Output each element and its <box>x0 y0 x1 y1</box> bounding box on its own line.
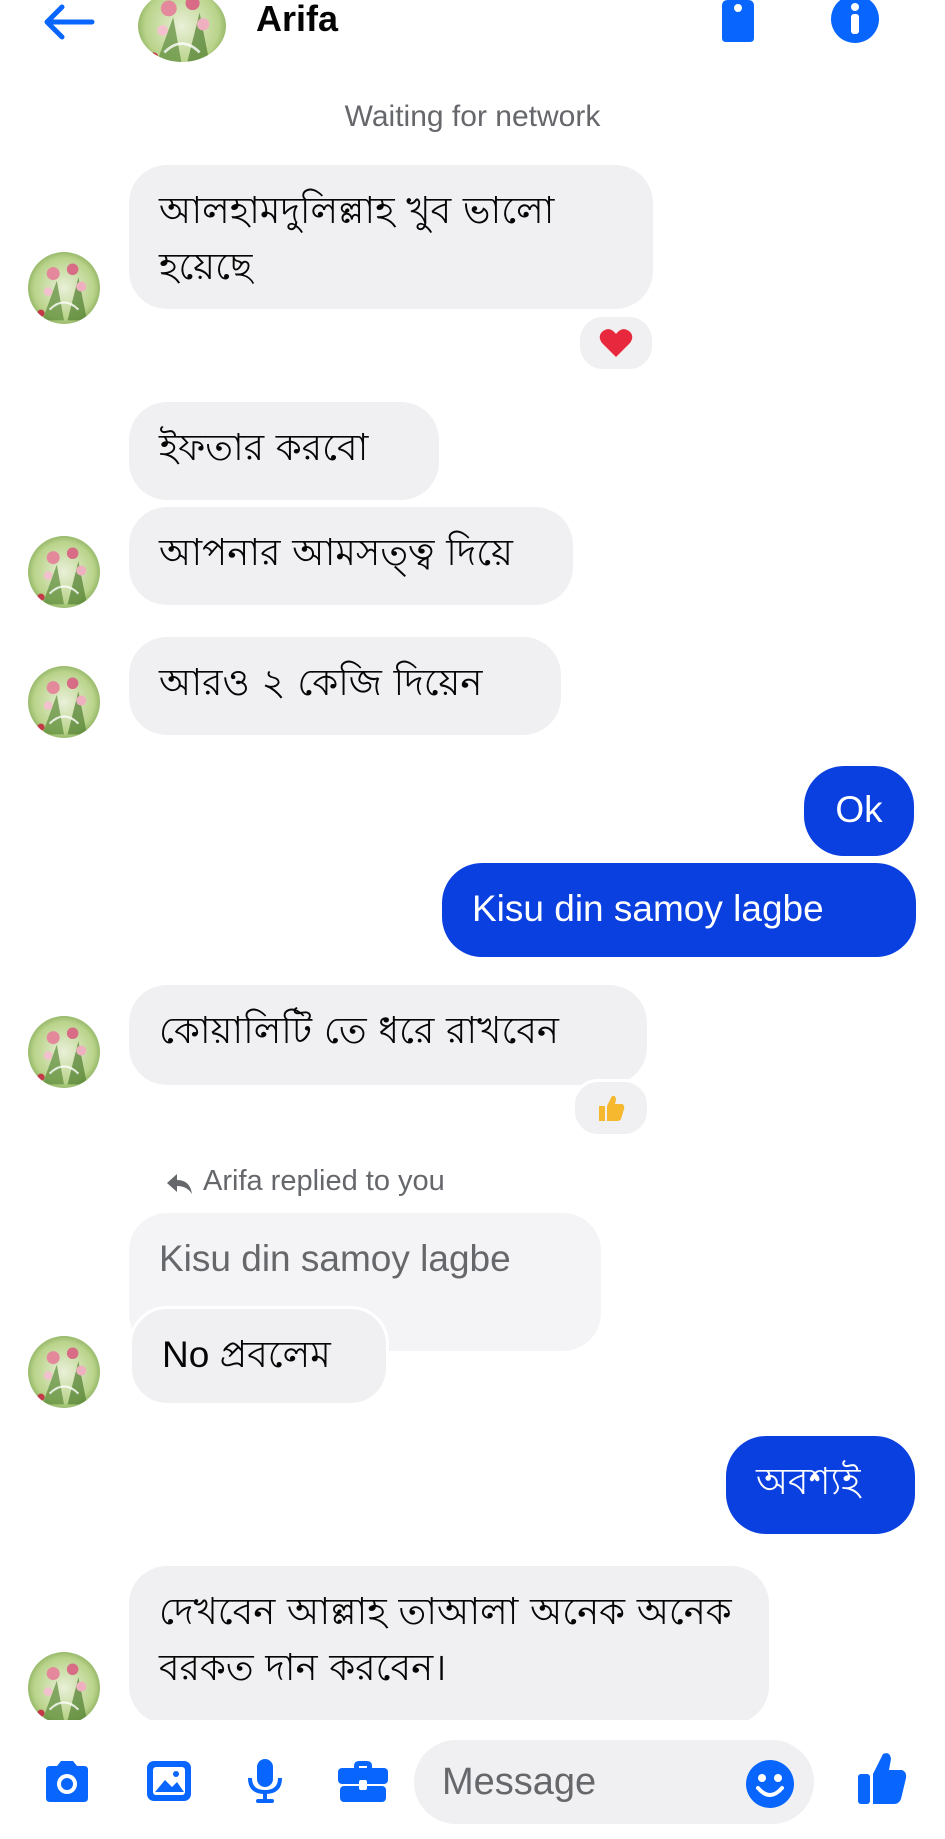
contact-name[interactable]: Arifa <box>256 0 338 40</box>
incoming-message[interactable]: আলহামদুলিল্লাহ খুব ভালো হয়েছে <box>129 165 653 309</box>
reply-arrow-icon <box>165 1172 193 1196</box>
camera-button[interactable] <box>42 1758 92 1804</box>
tag-icon <box>722 0 754 42</box>
message-reaction[interactable] <box>577 314 655 372</box>
back-arrow-icon <box>44 4 95 40</box>
avatar-image <box>28 666 100 738</box>
outgoing-message[interactable]: Kisu din samoy lagbe <box>442 863 916 957</box>
message-text: আরও ২ কেজি দিয়েন <box>159 661 483 704</box>
quoted-text: Kisu din samoy lagbe <box>159 1238 511 1279</box>
sender-avatar[interactable] <box>28 666 100 738</box>
message-text: আপনার আমসত্ত্ব দিয়ে <box>159 531 513 574</box>
microphone-icon <box>248 1759 282 1803</box>
network-status: Waiting for network <box>344 100 601 133</box>
message-text: Kisu din samoy lagbe <box>472 888 824 929</box>
like-button[interactable] <box>856 1750 908 1806</box>
thumbs-up-icon <box>858 1753 907 1804</box>
contact-avatar[interactable] <box>138 0 226 62</box>
heart-icon <box>599 329 633 357</box>
avatar-image <box>28 252 100 324</box>
avatar-image <box>28 536 100 608</box>
info-button[interactable] <box>830 0 880 44</box>
tag-button[interactable] <box>716 0 760 44</box>
message-text: দেখবেন আল্লাহ তাআলা অনেক অনেক বরকত দান ক… <box>159 1590 732 1689</box>
outgoing-message[interactable]: Ok <box>804 766 914 856</box>
message-text: Ok <box>835 789 883 830</box>
back-button[interactable] <box>40 2 96 42</box>
business-tools-button[interactable] <box>336 1758 388 1804</box>
info-icon <box>831 0 879 43</box>
sender-avatar[interactable] <box>28 1016 100 1088</box>
image-icon <box>147 1761 191 1801</box>
briefcase-icon <box>338 1761 388 1802</box>
message-reaction[interactable] <box>572 1079 650 1137</box>
message-text: ইফতার করবো <box>159 426 369 469</box>
avatar-image <box>28 1016 100 1088</box>
incoming-message[interactable]: কোয়ালিটি তে ধরে রাখবেন <box>129 985 647 1085</box>
incoming-message[interactable]: ইফতার করবো <box>129 402 439 500</box>
avatar-image <box>138 0 226 62</box>
message-text: No প্রবলেম <box>162 1334 331 1375</box>
voice-button[interactable] <box>240 1758 290 1804</box>
incoming-message[interactable]: দেখবেন আল্লাহ তাআলা অনেক অনেক বরকত দান ক… <box>129 1566 769 1724</box>
avatar-image <box>28 1336 100 1408</box>
message-text: কোয়ালিটি তে ধরে রাখবেন <box>159 1009 559 1052</box>
thumbs-up-icon <box>599 1095 625 1121</box>
camera-icon <box>46 1761 88 1802</box>
emoji-button[interactable] <box>744 1758 796 1810</box>
sender-avatar[interactable] <box>28 252 100 324</box>
incoming-message[interactable]: No প্রবলেম <box>129 1306 389 1406</box>
gallery-button[interactable] <box>144 1758 194 1804</box>
sender-avatar[interactable] <box>28 1336 100 1408</box>
message-text: অবশ্যই <box>756 1460 861 1503</box>
incoming-message[interactable]: আপনার আমসত্ত্ব দিয়ে <box>129 507 573 605</box>
avatar-image <box>28 1652 100 1724</box>
reply-note: Arifa replied to you <box>203 1165 445 1197</box>
message-text: আলহামদুলিল্লাহ খুব ভালো হয়েছে <box>159 189 555 288</box>
incoming-message[interactable]: আরও ২ কেজি দিয়েন <box>129 637 561 735</box>
sender-avatar[interactable] <box>28 536 100 608</box>
emoji-icon <box>746 1760 794 1808</box>
sender-avatar[interactable] <box>28 1652 100 1724</box>
outgoing-message[interactable]: অবশ্যই <box>726 1436 915 1534</box>
